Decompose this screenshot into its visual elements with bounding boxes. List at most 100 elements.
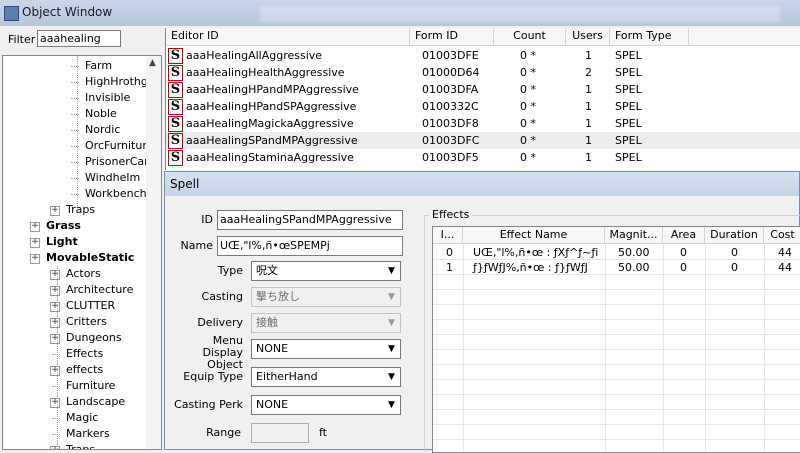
effect-area-cell: 0 — [680, 246, 687, 259]
table-row[interactable]: SaaaHealingAllAggressive 01003DFE 0 * 1 SPEL — [166, 47, 800, 64]
count-cell: 0 * — [520, 66, 536, 79]
name-label: Name — [180, 239, 213, 252]
column-form-type[interactable]: Form Type — [610, 28, 689, 45]
tree-item[interactable]: Critters — [66, 315, 107, 328]
tree-item[interactable]: Dungeons — [66, 331, 122, 344]
tree-item[interactable]: OrcFurnitur — [85, 139, 147, 152]
effect-row[interactable]: 1 ƒ}ƒWƒJ%‚ñ•œ : ƒ}ƒWƒJ 50.00 0 0 44 — [433, 260, 800, 275]
background-window-title — [260, 6, 780, 22]
form-type-cell: SPEL — [615, 49, 642, 62]
users-cell: 1 — [585, 49, 592, 62]
tree-item[interactable]: effects — [66, 363, 103, 376]
tree-item[interactable]: Light — [46, 235, 78, 248]
scroll-up-icon[interactable]: ▲ — [149, 58, 156, 68]
tree-item[interactable]: Architecture — [66, 283, 133, 296]
count-cell: 0 * — [520, 117, 536, 130]
users-cell: 1 — [585, 134, 592, 147]
range-unit: ft — [319, 426, 327, 439]
table-row[interactable]: SaaaHealingHPandSPAggressive 0100332C 0 * 1… — [166, 98, 800, 115]
tree-scrollbar[interactable]: ▲ — [146, 56, 161, 449]
chevron-down-icon[interactable]: ▼ — [384, 263, 399, 279]
column-users[interactable]: Users — [566, 28, 610, 45]
tree-expand-icon[interactable]: + — [30, 238, 40, 248]
range-field — [251, 423, 309, 443]
tree-item[interactable]: Landscape — [66, 395, 125, 408]
tree-expand-icon[interactable]: + — [50, 446, 60, 449]
casting-value: 撃ち放し — [256, 290, 300, 303]
tree-expand-icon[interactable]: + — [50, 206, 60, 216]
spell-titlebar[interactable]: Spell — [165, 172, 799, 196]
id-field[interactable]: aaaHealingSPandMPAggressive — [217, 210, 403, 230]
count-cell: 0 * — [520, 134, 536, 147]
tree-item[interactable]: Nordic — [85, 123, 120, 136]
column-editor-id[interactable]: Editor ID — [166, 28, 410, 45]
chevron-down-icon[interactable]: ▼ — [384, 369, 399, 385]
menu-display-dropdown[interactable]: NONE ▼ — [251, 339, 401, 359]
tree-expand-icon[interactable]: + — [50, 270, 60, 280]
tree-item[interactable]: Farm — [85, 59, 112, 72]
tree-expand-icon[interactable]: + — [50, 286, 60, 296]
tree-expand-icon[interactable]: + — [30, 254, 40, 264]
effect-cost-cell: 44 — [778, 246, 792, 259]
casting-perk-dropdown[interactable]: NONE ▼ — [251, 395, 401, 415]
delivery-dropdown: 接触 ▼ — [251, 313, 401, 333]
object-window-titlebar[interactable]: Object Window — [0, 0, 800, 26]
tree-item[interactable]: CLUTTER — [66, 299, 115, 312]
tree-item[interactable]: MovableStatic — [46, 251, 134, 264]
effects-table[interactable]: I... Effect Name Magnit... Area Duration… — [432, 226, 800, 453]
type-dropdown[interactable]: 呪文 ▼ — [251, 261, 401, 281]
object-list[interactable]: Editor ID Form ID Count Users Form Type … — [165, 28, 800, 170]
chevron-down-icon[interactable]: ▼ — [384, 341, 399, 357]
spell-icon: S — [168, 150, 183, 166]
column-magnitude[interactable]: Magnit... — [605, 227, 663, 244]
tree-item[interactable]: Actors — [66, 267, 101, 280]
form-type-cell: SPEL — [615, 66, 642, 79]
editor-id-cell: aaaHealingAllAggressive — [186, 49, 323, 62]
category-tree[interactable]: Farm HighHrothg Invisible Noble Nordic OrcFur… — [2, 55, 162, 450]
tree-expand-icon[interactable]: + — [50, 366, 60, 376]
table-row[interactable]: SaaaHealingMagickaAggressive 01003DF8 0 * 1… — [166, 115, 800, 132]
table-row[interactable]: SaaaHealingSPandMPAggressive 01003DFC 0 * 1… — [166, 132, 800, 149]
tree-expand-icon[interactable]: + — [30, 222, 40, 232]
tree-expand-icon[interactable]: + — [50, 334, 60, 344]
table-row[interactable]: SaaaHealingStaminaAggressive 01003DF5 0 * 1… — [166, 149, 800, 166]
tree-item[interactable]: Furniture — [66, 379, 115, 392]
column-index[interactable]: I... — [433, 227, 463, 244]
tree-item[interactable]: Traps — [66, 443, 95, 449]
spell-icon: S — [168, 99, 183, 115]
table-row[interactable]: SaaaHealingHPandMPAggressive 01003DFA 0 * 1… — [166, 81, 800, 98]
equip-type-dropdown[interactable]: EitherHand ▼ — [251, 367, 401, 387]
tree-item[interactable]: Markers — [66, 427, 110, 440]
editor-id-cell: aaaHealingHealthAggressive — [186, 66, 345, 79]
range-label: Range — [206, 426, 241, 439]
effect-row[interactable]: 0 UŒ‚"l%‚ñ•œ : ƒXƒ^ƒ~ƒi 50.00 0 0 44 — [433, 245, 800, 260]
tree-item[interactable]: Noble — [85, 107, 117, 120]
tree-item[interactable]: PrisonerCar — [85, 155, 149, 168]
tree-item[interactable]: Effects — [66, 347, 103, 360]
table-row[interactable]: SaaaHealingHealthAggressive 01000D64 0 * 2 S… — [166, 64, 800, 81]
tree-item[interactable]: Traps — [66, 203, 95, 216]
column-cost[interactable]: Cost — [764, 227, 800, 244]
column-effect-name[interactable]: Effect Name — [463, 227, 605, 244]
tree-item[interactable]: HighHrothg — [85, 75, 148, 88]
app-icon — [4, 6, 19, 21]
name-field[interactable]: UŒ‚"l%‚ñ•œSPEMPj — [217, 236, 403, 256]
chevron-down-icon[interactable]: ▼ — [384, 397, 399, 413]
filter-input[interactable] — [37, 30, 121, 47]
effect-magnitude-cell: 50.00 — [618, 246, 650, 259]
tree-item[interactable]: Workbench — [85, 187, 147, 200]
tree-item[interactable]: Magic — [66, 411, 98, 424]
tree-expand-icon[interactable]: + — [50, 398, 60, 408]
list-header: Editor ID Form ID Count Users Form Type — [166, 28, 800, 46]
column-count[interactable]: Count — [494, 28, 566, 45]
tree-expand-icon[interactable]: + — [50, 318, 60, 328]
column-area[interactable]: Area — [663, 227, 705, 244]
form-type-cell: SPEL — [615, 134, 642, 147]
column-duration[interactable]: Duration — [705, 227, 764, 244]
tree-item[interactable]: Windhelm — [85, 171, 140, 184]
tree-expand-icon[interactable]: + — [50, 302, 60, 312]
count-cell: 0 * — [520, 83, 536, 96]
column-form-id[interactable]: Form ID — [410, 28, 494, 45]
tree-item[interactable]: Grass — [46, 219, 81, 232]
tree-item[interactable]: Invisible — [85, 91, 130, 104]
